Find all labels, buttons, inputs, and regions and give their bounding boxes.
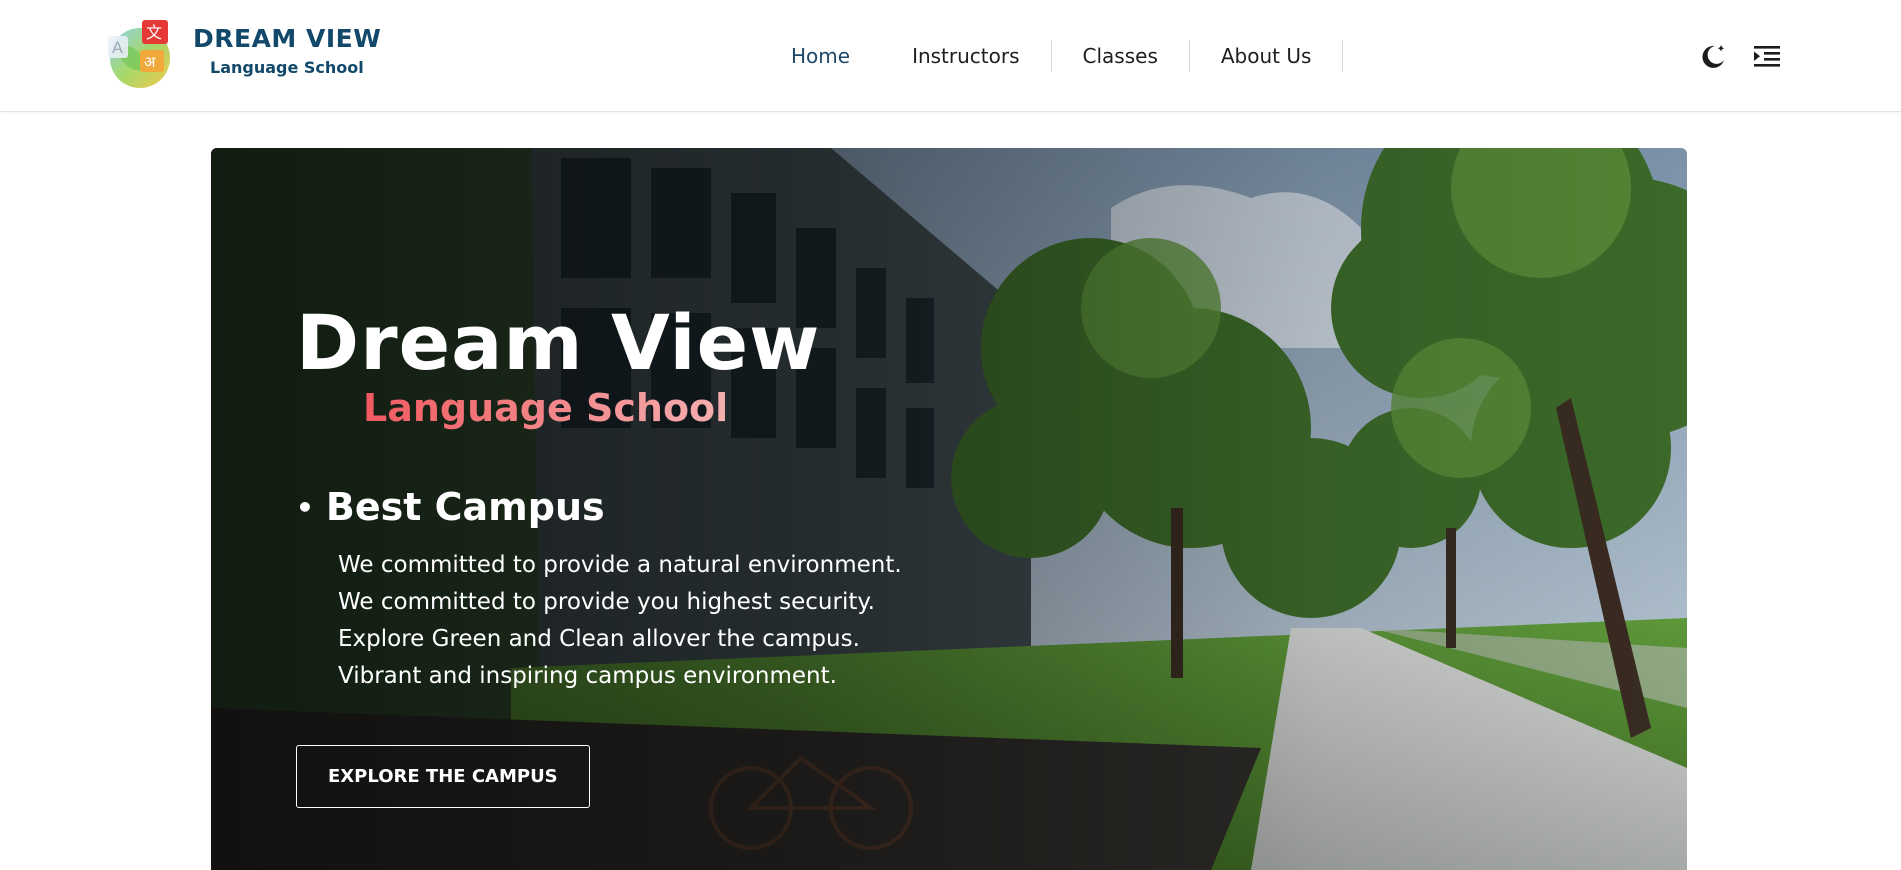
brand[interactable]: DREAM VIEW Language School [193,22,381,77]
hero-title: Dream View [296,298,821,387]
bullet-icon: • [296,490,314,524]
logo-glyph-latin: A [112,38,123,57]
list-item: Explore Green and Clean allover the camp… [338,626,860,652]
logo-glyph-devanagari: अ [144,53,156,71]
list-item: We committed to provide you highest secu… [338,589,875,615]
theme-toggle-button[interactable] [1697,40,1729,72]
feature-heading-text: Best Campus [325,485,605,529]
hero-banner: Dream View Language School • Best Campus… [211,148,1687,870]
list-item: We committed to provide a natural enviro… [338,552,902,578]
logo-glyph-chinese: 文 [146,23,162,42]
list-item: Vibrant and inspiring campus environment… [338,663,837,689]
nav-instructors[interactable]: Instructors [881,40,1052,72]
site-header: A 文 अ DREAM VIEW Language School Home In… [0,0,1901,112]
logo[interactable]: A 文 अ [106,20,174,90]
feature-heading: • Best Campus [296,485,902,529]
hero-content: Dream View Language School • Best Campus… [296,298,902,808]
menu-indent-icon [1754,46,1780,67]
main-nav: Home Instructors Classes About Us [760,36,1344,76]
nav-home[interactable]: Home [760,40,881,72]
nav-about-us[interactable]: About Us [1190,40,1344,72]
explore-campus-button[interactable]: EXPLORE THE CAMPUS [296,745,590,808]
globe-logo-icon: A 文 अ [108,20,170,88]
feature-list: We committed to provide a natural enviro… [338,547,902,695]
menu-button[interactable] [1751,40,1783,72]
brand-subtitle: Language School [210,58,364,77]
hero-subtitle: Language School [363,386,729,430]
brand-title: DREAM VIEW [193,24,382,53]
nav-classes[interactable]: Classes [1052,40,1190,72]
moon-icon [1702,45,1725,68]
